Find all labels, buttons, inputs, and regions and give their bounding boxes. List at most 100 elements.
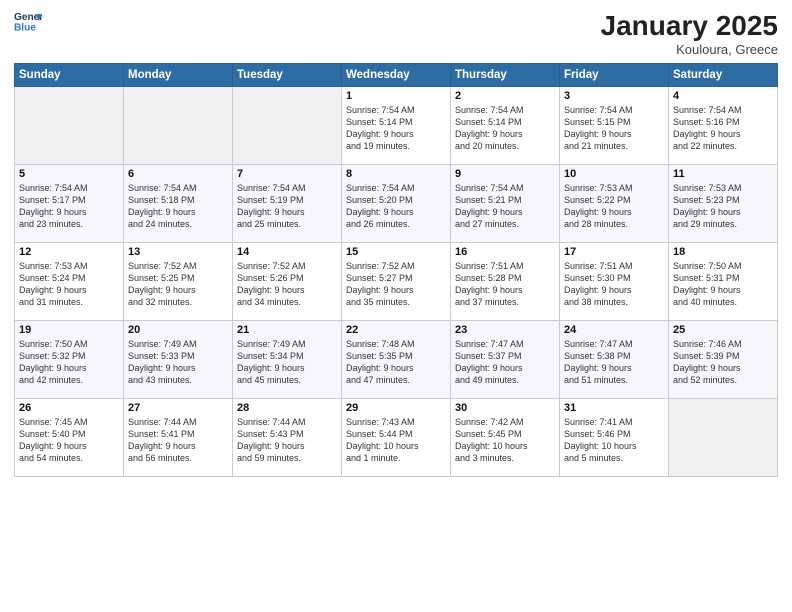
day-info: Sunrise: 7:54 AM Sunset: 5:15 PM Dayligh… <box>564 104 664 153</box>
day-info: Sunrise: 7:49 AM Sunset: 5:34 PM Dayligh… <box>237 338 337 387</box>
header-day: Saturday <box>669 64 778 87</box>
calendar-cell: 30 Sunrise: 7:42 AM Sunset: 5:45 PM Dayli… <box>451 399 560 477</box>
calendar-cell: 4 Sunrise: 7:54 AM Sunset: 5:16 PM Daylig… <box>669 87 778 165</box>
day-info: Sunrise: 7:44 AM Sunset: 5:43 PM Dayligh… <box>237 416 337 465</box>
calendar-cell: 26 Sunrise: 7:45 AM Sunset: 5:40 PM Dayli… <box>15 399 124 477</box>
day-info: Sunrise: 7:49 AM Sunset: 5:33 PM Dayligh… <box>128 338 228 387</box>
day-info: Sunrise: 7:54 AM Sunset: 5:21 PM Dayligh… <box>455 182 555 231</box>
header-day: Thursday <box>451 64 560 87</box>
calendar-cell: 7 Sunrise: 7:54 AM Sunset: 5:19 PM Daylig… <box>233 165 342 243</box>
header-day: Monday <box>124 64 233 87</box>
calendar-week-row: 5 Sunrise: 7:54 AM Sunset: 5:17 PM Daylig… <box>15 165 778 243</box>
day-info: Sunrise: 7:54 AM Sunset: 5:19 PM Dayligh… <box>237 182 337 231</box>
calendar-week-row: 1 Sunrise: 7:54 AM Sunset: 5:14 PM Daylig… <box>15 87 778 165</box>
calendar-cell: 13 Sunrise: 7:52 AM Sunset: 5:25 PM Dayli… <box>124 243 233 321</box>
day-info: Sunrise: 7:42 AM Sunset: 5:45 PM Dayligh… <box>455 416 555 465</box>
day-number: 20 <box>128 324 228 336</box>
calendar-cell: 20 Sunrise: 7:49 AM Sunset: 5:33 PM Dayli… <box>124 321 233 399</box>
day-number: 30 <box>455 402 555 414</box>
logo-icon: General Blue <box>14 10 42 32</box>
day-number: 17 <box>564 246 664 258</box>
day-info: Sunrise: 7:52 AM Sunset: 5:27 PM Dayligh… <box>346 260 446 309</box>
day-info: Sunrise: 7:54 AM Sunset: 5:14 PM Dayligh… <box>346 104 446 153</box>
day-number: 18 <box>673 246 773 258</box>
day-number: 29 <box>346 402 446 414</box>
calendar-cell: 2 Sunrise: 7:54 AM Sunset: 5:14 PM Daylig… <box>451 87 560 165</box>
day-info: Sunrise: 7:48 AM Sunset: 5:35 PM Dayligh… <box>346 338 446 387</box>
calendar-cell: 6Sunrise: 7:54 AM Sunset: 5:18 PM Daylig… <box>124 165 233 243</box>
day-info: Sunrise: 7:47 AM Sunset: 5:38 PM Dayligh… <box>564 338 664 387</box>
day-number: 16 <box>455 246 555 258</box>
header-day: Friday <box>560 64 669 87</box>
day-number: 13 <box>128 246 228 258</box>
day-number: 23 <box>455 324 555 336</box>
calendar-cell: 24 Sunrise: 7:47 AM Sunset: 5:38 PM Dayli… <box>560 321 669 399</box>
day-number: 22 <box>346 324 446 336</box>
calendar-cell <box>124 87 233 165</box>
day-number: 26 <box>19 402 119 414</box>
calendar-cell: 5 Sunrise: 7:54 AM Sunset: 5:17 PM Daylig… <box>15 165 124 243</box>
day-info: Sunrise: 7:54 AM Sunset: 5:17 PM Dayligh… <box>19 182 119 231</box>
day-info: Sunrise: 7:51 AM Sunset: 5:30 PM Dayligh… <box>564 260 664 309</box>
calendar-cell: 29Sunrise: 7:43 AM Sunset: 5:44 PM Dayli… <box>342 399 451 477</box>
calendar-cell: 15 Sunrise: 7:52 AM Sunset: 5:27 PM Dayli… <box>342 243 451 321</box>
calendar-cell: 25Sunrise: 7:46 AM Sunset: 5:39 PM Dayli… <box>669 321 778 399</box>
day-info: Sunrise: 7:41 AM Sunset: 5:46 PM Dayligh… <box>564 416 664 465</box>
day-number: 2 <box>455 90 555 102</box>
calendar-cell: 16 Sunrise: 7:51 AM Sunset: 5:28 PM Dayli… <box>451 243 560 321</box>
calendar-cell: 14 Sunrise: 7:52 AM Sunset: 5:26 PM Dayli… <box>233 243 342 321</box>
day-number: 7 <box>237 168 337 180</box>
day-info: Sunrise: 7:54 AM Sunset: 5:20 PM Dayligh… <box>346 182 446 231</box>
day-info: Sunrise: 7:54 AM Sunset: 5:14 PM Dayligh… <box>455 104 555 153</box>
calendar-cell: 19 Sunrise: 7:50 AM Sunset: 5:32 PM Dayli… <box>15 321 124 399</box>
day-number: 24 <box>564 324 664 336</box>
calendar-cell: 23 Sunrise: 7:47 AM Sunset: 5:37 PM Dayli… <box>451 321 560 399</box>
day-info: Sunrise: 7:47 AM Sunset: 5:37 PM Dayligh… <box>455 338 555 387</box>
day-number: 15 <box>346 246 446 258</box>
location: Kouloura, Greece <box>601 42 778 57</box>
day-number: 1 <box>346 90 446 102</box>
calendar-cell: 17 Sunrise: 7:51 AM Sunset: 5:30 PM Dayli… <box>560 243 669 321</box>
day-number: 12 <box>19 246 119 258</box>
calendar-cell: 3 Sunrise: 7:54 AM Sunset: 5:15 PM Daylig… <box>560 87 669 165</box>
day-number: 21 <box>237 324 337 336</box>
calendar-cell <box>15 87 124 165</box>
day-info: Sunrise: 7:45 AM Sunset: 5:40 PM Dayligh… <box>19 416 119 465</box>
day-info: Sunrise: 7:53 AM Sunset: 5:24 PM Dayligh… <box>19 260 119 309</box>
calendar-cell: 27Sunrise: 7:44 AM Sunset: 5:41 PM Dayli… <box>124 399 233 477</box>
day-info: Sunrise: 7:51 AM Sunset: 5:28 PM Dayligh… <box>455 260 555 309</box>
day-number: 14 <box>237 246 337 258</box>
day-number: 27 <box>128 402 228 414</box>
day-info: Sunrise: 7:54 AM Sunset: 5:16 PM Dayligh… <box>673 104 773 153</box>
day-number: 25 <box>673 324 773 336</box>
calendar-cell: 22 Sunrise: 7:48 AM Sunset: 5:35 PM Dayli… <box>342 321 451 399</box>
calendar-cell: 11Sunrise: 7:53 AM Sunset: 5:23 PM Dayli… <box>669 165 778 243</box>
day-info: Sunrise: 7:50 AM Sunset: 5:32 PM Dayligh… <box>19 338 119 387</box>
calendar-week-row: 19 Sunrise: 7:50 AM Sunset: 5:32 PM Dayli… <box>15 321 778 399</box>
day-info: Sunrise: 7:52 AM Sunset: 5:25 PM Dayligh… <box>128 260 228 309</box>
month-title: January 2025 <box>601 10 778 42</box>
calendar-cell: 21 Sunrise: 7:49 AM Sunset: 5:34 PM Dayli… <box>233 321 342 399</box>
calendar-cell: 31Sunrise: 7:41 AM Sunset: 5:46 PM Dayli… <box>560 399 669 477</box>
day-number: 4 <box>673 90 773 102</box>
day-number: 19 <box>19 324 119 336</box>
calendar-cell <box>669 399 778 477</box>
day-number: 9 <box>455 168 555 180</box>
header-row: SundayMondayTuesdayWednesdayThursdayFrid… <box>15 64 778 87</box>
day-number: 6 <box>128 168 228 180</box>
calendar-week-row: 26 Sunrise: 7:45 AM Sunset: 5:40 PM Dayli… <box>15 399 778 477</box>
day-number: 5 <box>19 168 119 180</box>
day-info: Sunrise: 7:50 AM Sunset: 5:31 PM Dayligh… <box>673 260 773 309</box>
day-number: 3 <box>564 90 664 102</box>
day-number: 8 <box>346 168 446 180</box>
header-day: Tuesday <box>233 64 342 87</box>
day-info: Sunrise: 7:52 AM Sunset: 5:26 PM Dayligh… <box>237 260 337 309</box>
day-number: 11 <box>673 168 773 180</box>
calendar-cell: 28Sunrise: 7:44 AM Sunset: 5:43 PM Dayli… <box>233 399 342 477</box>
svg-text:Blue: Blue <box>14 22 36 32</box>
logo: General Blue <box>14 10 42 32</box>
calendar-table: SundayMondayTuesdayWednesdayThursdayFrid… <box>14 63 778 477</box>
calendar-cell: 9 Sunrise: 7:54 AM Sunset: 5:21 PM Daylig… <box>451 165 560 243</box>
day-info: Sunrise: 7:53 AM Sunset: 5:22 PM Dayligh… <box>564 182 664 231</box>
calendar-cell: 8 Sunrise: 7:54 AM Sunset: 5:20 PM Daylig… <box>342 165 451 243</box>
